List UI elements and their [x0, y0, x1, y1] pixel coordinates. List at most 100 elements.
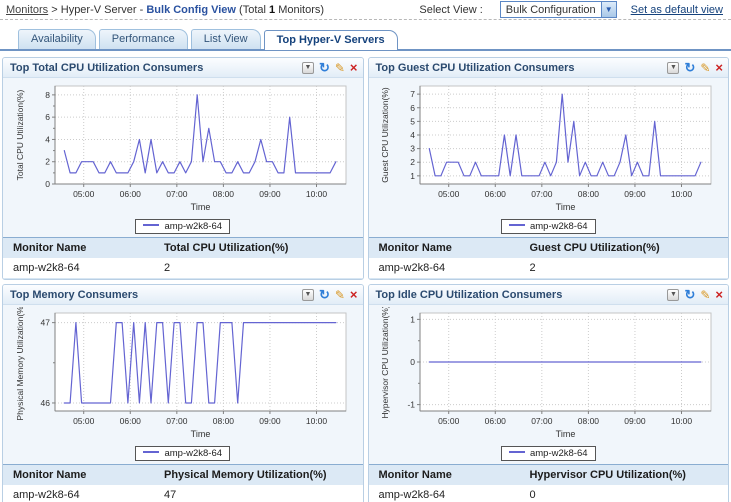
svg-text:09:00: 09:00 — [259, 416, 281, 426]
svg-text:10:00: 10:00 — [306, 189, 328, 199]
col-metric: Hypervisor CPU Utilization(%) — [519, 464, 728, 485]
svg-text:4: 4 — [45, 134, 50, 144]
monitor-name-cell[interactable]: amp-w2k8-64 — [368, 258, 520, 279]
panel-title: Top Idle CPU Utilization Consumers — [375, 288, 563, 301]
breadcrumb-separator: > — [51, 3, 58, 16]
svg-text:4: 4 — [411, 130, 416, 140]
close-icon[interactable]: × — [715, 61, 723, 74]
close-icon[interactable]: × — [350, 61, 358, 74]
panel-header: Top Guest CPU Utilization Consumers ▼ ↻ … — [368, 58, 728, 78]
refresh-icon[interactable]: ↻ — [319, 288, 330, 301]
tab-list-view[interactable]: List View — [190, 29, 261, 49]
svg-text:08:00: 08:00 — [213, 416, 235, 426]
minimize-icon[interactable]: ▼ — [301, 61, 314, 74]
monitor-table: Monitor Name Physical Memory Utilization… — [3, 464, 363, 502]
legend-line-swatch — [508, 451, 525, 454]
table-row: amp-w2k8-64 0 — [368, 485, 728, 502]
close-icon[interactable]: × — [350, 288, 358, 301]
svg-text:-1: -1 — [408, 400, 416, 410]
edit-pencil-icon[interactable]: ✎ — [335, 289, 345, 301]
breadcrumb-view-name: Bulk Config View — [146, 3, 236, 16]
svg-text:06:00: 06:00 — [485, 189, 507, 199]
col-monitor-name: Monitor Name — [3, 237, 154, 258]
metric-value-cell: 2 — [153, 258, 363, 279]
svg-text:08:00: 08:00 — [213, 189, 235, 199]
svg-text:05:00: 05:00 — [73, 189, 95, 199]
svg-text:Time: Time — [556, 429, 576, 439]
svg-text:6: 6 — [45, 112, 50, 122]
svg-text:7: 7 — [411, 89, 416, 99]
svg-text:05:00: 05:00 — [438, 416, 460, 426]
chart-legend: amp-w2k8-64 — [369, 219, 729, 234]
line-chart-guest-cpu: 1 2 3 4 5 6 7 05:00 06:00 07:00 08:00 09:00 10:00 Tim… — [380, 85, 712, 212]
tab-availability[interactable]: Availability — [18, 29, 96, 49]
minimize-icon[interactable]: ▼ — [301, 288, 314, 301]
svg-text:06:00: 06:00 — [119, 416, 141, 426]
breadcrumb-context: Hyper-V Server - — [60, 3, 144, 16]
svg-text:3: 3 — [411, 144, 416, 154]
legend-line-swatch — [143, 451, 160, 454]
minimize-icon[interactable]: ▼ — [667, 61, 680, 74]
svg-text:06:00: 06:00 — [485, 416, 507, 426]
legend-line-swatch — [508, 224, 525, 227]
svg-text:1: 1 — [411, 171, 416, 181]
refresh-icon[interactable]: ↻ — [684, 288, 695, 301]
svg-text:07:00: 07:00 — [531, 189, 553, 199]
col-monitor-name: Monitor Name — [3, 464, 154, 485]
svg-text:07:00: 07:00 — [166, 416, 188, 426]
line-chart-memory: 46 47 05:00 06:00 07:00 08:00 09:00 10:00 Time Ph… — [15, 303, 347, 439]
breadcrumb-monitors-link[interactable]: Monitors — [6, 4, 48, 16]
svg-text:0: 0 — [411, 357, 416, 367]
panel-idle-cpu: Top Idle CPU Utilization Consumers ▼ ↻ ✎… — [367, 284, 729, 502]
monitor-name-cell[interactable]: amp-w2k8-64 — [3, 485, 154, 502]
close-icon[interactable]: × — [715, 288, 723, 301]
panel-guest-cpu: Top Guest CPU Utilization Consumers ▼ ↻ … — [367, 57, 729, 280]
edit-pencil-icon[interactable]: ✎ — [700, 289, 710, 301]
svg-text:Time: Time — [190, 429, 210, 439]
col-metric: Guest CPU Utilization(%) — [519, 237, 728, 258]
svg-text:Time: Time — [556, 202, 576, 212]
col-monitor-name: Monitor Name — [368, 237, 520, 258]
svg-text:2: 2 — [45, 157, 50, 167]
select-view-dropdown[interactable]: Bulk Configuration ▼ — [499, 1, 617, 18]
monitor-name-cell[interactable]: amp-w2k8-64 — [368, 485, 520, 502]
edit-pencil-icon[interactable]: ✎ — [335, 62, 345, 74]
tab-bar: Availability Performance List View Top H… — [0, 29, 731, 51]
metric-value-cell: 47 — [153, 485, 363, 502]
monitor-name-cell[interactable]: amp-w2k8-64 — [3, 258, 154, 279]
panel-total-cpu: Top Total CPU Utilization Consumers ▼ ↻ … — [2, 57, 364, 280]
line-chart-total-cpu: 0 2 4 6 8 05:00 06:00 07:00 08:00 09:00 10:00 Time T… — [15, 85, 347, 212]
legend-series-label: amp-w2k8-64 — [529, 448, 588, 459]
svg-text:46: 46 — [40, 398, 50, 408]
metric-value-cell: 2 — [519, 258, 728, 279]
table-row: amp-w2k8-64 47 — [3, 485, 363, 502]
chart-legend: amp-w2k8-64 — [3, 446, 363, 461]
minimize-icon[interactable]: ▼ — [667, 288, 680, 301]
tab-performance[interactable]: Performance — [98, 29, 188, 49]
refresh-icon[interactable]: ↻ — [684, 61, 695, 74]
tab-top-hyperv-servers[interactable]: Top Hyper-V Servers — [263, 30, 398, 50]
svg-text:08:00: 08:00 — [578, 189, 600, 199]
svg-text:0: 0 — [45, 179, 50, 189]
svg-text:05:00: 05:00 — [73, 416, 95, 426]
refresh-icon[interactable]: ↻ — [319, 61, 330, 74]
panel-header: Top Total CPU Utilization Consumers ▼ ↻ … — [3, 58, 363, 78]
metric-value-cell: 0 — [519, 485, 728, 502]
svg-text:10:00: 10:00 — [306, 416, 328, 426]
legend-series-label: amp-w2k8-64 — [164, 448, 223, 459]
svg-text:10:00: 10:00 — [671, 416, 693, 426]
breadcrumb-total-prefix: (Total — [239, 3, 266, 16]
svg-text:09:00: 09:00 — [625, 416, 647, 426]
edit-pencil-icon[interactable]: ✎ — [700, 62, 710, 74]
svg-text:Physical Memory Utilization(%): Physical Memory Utilization(%) — [15, 307, 25, 421]
breadcrumb-total-suffix: Monitors) — [278, 3, 325, 16]
set-default-view-link[interactable]: Set as default view — [631, 4, 723, 16]
svg-text:Time: Time — [190, 202, 210, 212]
svg-text:1: 1 — [411, 314, 416, 324]
table-row: amp-w2k8-64 2 — [3, 258, 363, 279]
svg-text:09:00: 09:00 — [625, 189, 647, 199]
table-row: amp-w2k8-64 2 — [368, 258, 728, 279]
chart-legend: amp-w2k8-64 — [3, 219, 363, 234]
panel-title: Top Guest CPU Utilization Consumers — [375, 61, 575, 74]
monitor-table: Monitor Name Total CPU Utilization(%) am… — [3, 237, 363, 279]
